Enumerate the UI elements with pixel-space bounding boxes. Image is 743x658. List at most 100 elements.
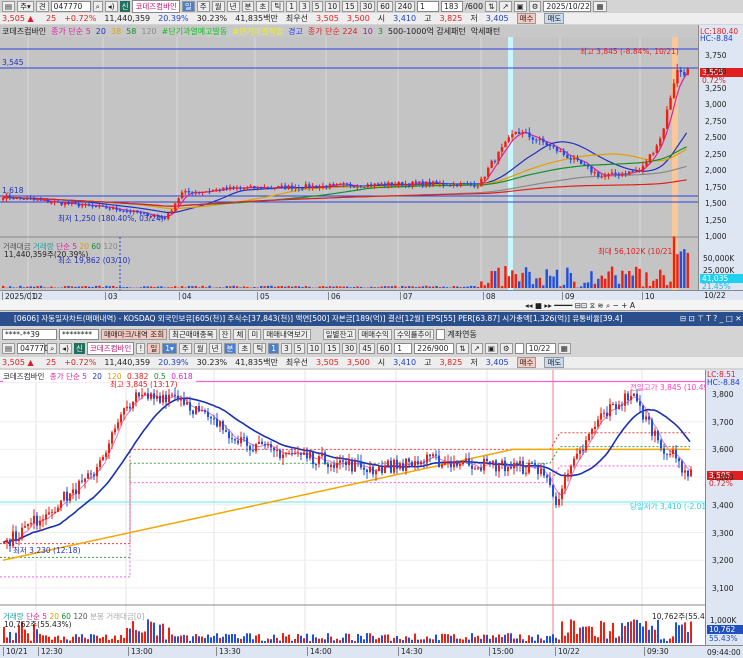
calendar-icon[interactable]: ▦ <box>593 1 607 12</box>
calendar-icon[interactable]: ▦ <box>557 342 571 354</box>
chart-tool-icon[interactable]: ⇅ <box>456 342 469 354</box>
tab-second[interactable]: 초 <box>238 342 252 354</box>
trade-history-button[interactable]: 매매내역보기 <box>263 328 311 340</box>
minute-1[interactable]: 1 <box>268 342 279 354</box>
minute-3[interactable]: 3 <box>299 1 310 12</box>
tab-month[interactable]: 월 <box>193 342 207 354</box>
gear-icon[interactable]: ⚙ <box>528 1 542 12</box>
minute-5[interactable]: 5 <box>311 1 323 12</box>
legend-pattern-1[interactable]: 500-1000억 감세패턴 <box>388 26 466 37</box>
minute-5[interactable]: 5 <box>293 342 305 354</box>
filled-button[interactable]: 체 <box>233 328 247 340</box>
period-count[interactable]: 1▾ <box>162 342 177 354</box>
tab-period-day[interactable]: 일 <box>181 1 195 12</box>
horizontal-scrollbar[interactable]: ◂◂ ■ ▸▸ ━━━━ ⊟⊡ ⧖ ≋ ⌕ − + A <box>0 300 743 311</box>
candle <box>407 183 411 187</box>
minute-10[interactable]: 10 <box>306 342 323 354</box>
legend-10[interactable]: 10 <box>363 27 373 36</box>
draw-tool-icon[interactable]: ↗ <box>470 342 483 354</box>
tab-period-year[interactable]: 년 <box>226 1 240 12</box>
minute-10[interactable]: 10 <box>324 1 341 12</box>
date-input[interactable]: 10/22 <box>525 342 556 354</box>
legend-warning[interactable]: 경고 <box>288 26 303 37</box>
password-input[interactable]: ******** <box>59 328 99 340</box>
count-input[interactable]: 183 <box>441 1 464 12</box>
sound-icon[interactable]: ◂) <box>104 1 118 12</box>
balance-button[interactable]: 잔 <box>218 328 232 340</box>
save-icon[interactable]: ▣ <box>484 342 498 354</box>
search-type-button[interactable]: 견 <box>35 1 49 12</box>
draw-tool-icon[interactable]: ↗ <box>499 1 512 12</box>
tab-period-day[interactable]: 일 <box>147 342 161 354</box>
minute-1[interactable]: 1 <box>286 1 298 12</box>
search-icon[interactable]: ⌕ <box>92 1 103 12</box>
type-select[interactable]: 주▾ <box>17 1 34 12</box>
tab-minute[interactable]: 분 <box>223 342 237 354</box>
account-link-checkbox[interactable] <box>436 328 446 340</box>
minute-15[interactable]: 15 <box>342 1 358 12</box>
trade-profit-button[interactable]: 매매수익 <box>358 328 392 340</box>
buy-button[interactable]: 매수 <box>516 357 537 368</box>
tab-period-second[interactable]: 초 <box>256 1 270 12</box>
buy-button[interactable]: 매수 <box>516 13 537 24</box>
legend-ma20[interactable]: 20 <box>96 27 106 36</box>
minute-60[interactable]: 60 <box>376 342 393 354</box>
scroll-controls[interactable]: ◂◂ ■ ▸▸ ━━━━ ⊟⊡ ⧖ ≋ ⌕ − + A <box>525 301 635 311</box>
legend-3[interactable]: 3 <box>378 27 383 36</box>
legend-ma120[interactable]: 120 <box>141 27 156 36</box>
date-checkbox[interactable] <box>514 342 524 354</box>
tab-year[interactable]: 년 <box>208 342 222 354</box>
count-input[interactable]: 226/900 <box>414 342 455 354</box>
recent-trades-button[interactable]: 최근매매종목 <box>169 328 217 340</box>
tab-tick[interactable]: 틱 <box>253 342 267 354</box>
gear-icon[interactable]: ⚙ <box>499 342 513 354</box>
count-select[interactable]: 1 <box>394 342 413 354</box>
tab-period-tick[interactable]: 틱 <box>271 1 285 12</box>
minute-15[interactable]: 15 <box>324 342 340 354</box>
volume-bar <box>634 266 638 288</box>
minute-chart-area[interactable]: 코데즈컴바인 종가 단순 5 20 120 0.382 0.5 0.618 최고… <box>0 370 720 645</box>
chart-tool-icon[interactable]: ⇅ <box>485 1 498 12</box>
candle <box>53 201 56 203</box>
tab-week[interactable]: 주 <box>178 342 192 354</box>
tab-period-minute[interactable]: 분 <box>241 1 255 12</box>
alert-button[interactable]: ! <box>136 342 146 354</box>
daily-chart-area[interactable]: 3,545 1,618 최고 3,845 (-8.84%, 10/21) 최저 … <box>0 37 698 290</box>
menu-icon[interactable]: ▤ <box>2 342 16 354</box>
minute-30[interactable]: 30 <box>341 342 358 354</box>
tab-period-week[interactable]: 주 <box>196 1 210 12</box>
tab-period-month[interactable]: 월 <box>211 1 225 12</box>
legend-overheat-warn[interactable]: #단기과열예고발동 <box>162 26 228 37</box>
legend-stock[interactable]: 코데즈컴바인 <box>2 26 46 37</box>
unfilled-button[interactable]: 미 <box>248 328 262 340</box>
stock-code-input[interactable]: 047770 <box>17 342 49 354</box>
legend-ma-label[interactable]: 종가 단순 5 <box>51 26 91 37</box>
sell-button[interactable]: 매도 <box>544 357 565 368</box>
daily-balance-button[interactable]: 일별잔고 <box>322 328 357 340</box>
legend-overheat[interactable]: #단기과열적출 <box>232 26 283 37</box>
window-controls[interactable]: ⊟ ⊡ ⊤ T ? _ □ ✕ <box>680 314 741 323</box>
account-select[interactable]: ****-**39 <box>2 328 57 340</box>
minute-30[interactable]: 30 <box>359 1 376 12</box>
sell-button[interactable]: 매도 <box>544 13 565 24</box>
stock-code-input[interactable]: 047770 <box>50 1 91 12</box>
minute-3[interactable]: 3 <box>281 342 292 354</box>
volume-bar <box>630 621 632 643</box>
legend-ma38[interactable]: 38 <box>111 27 121 36</box>
minute-60[interactable]: 60 <box>377 1 393 12</box>
minute-240[interactable]: 240 <box>394 1 416 12</box>
count-select[interactable]: 1 <box>417 1 440 12</box>
search-icon[interactable]: ⌕ <box>47 342 58 354</box>
minute-45[interactable]: 45 <box>359 342 375 354</box>
legend-ma58[interactable]: 58 <box>126 27 136 36</box>
candle <box>333 464 335 468</box>
menu-icon[interactable]: ▤ <box>2 1 16 12</box>
legend-pattern-2[interactable]: 악세패턴 <box>471 26 500 37</box>
legend-ma224[interactable]: 종가 단순 224 <box>308 26 358 37</box>
save-icon[interactable]: ▣ <box>513 1 527 12</box>
sound-icon[interactable]: ◂) <box>59 342 72 354</box>
return-trend-button[interactable]: 수익률추이 <box>393 328 435 340</box>
candle <box>476 186 480 188</box>
date-input[interactable]: 2025/10/22 <box>543 1 592 12</box>
trade-mark-query-button[interactable]: 매매마크/내역 조회 <box>101 328 168 340</box>
